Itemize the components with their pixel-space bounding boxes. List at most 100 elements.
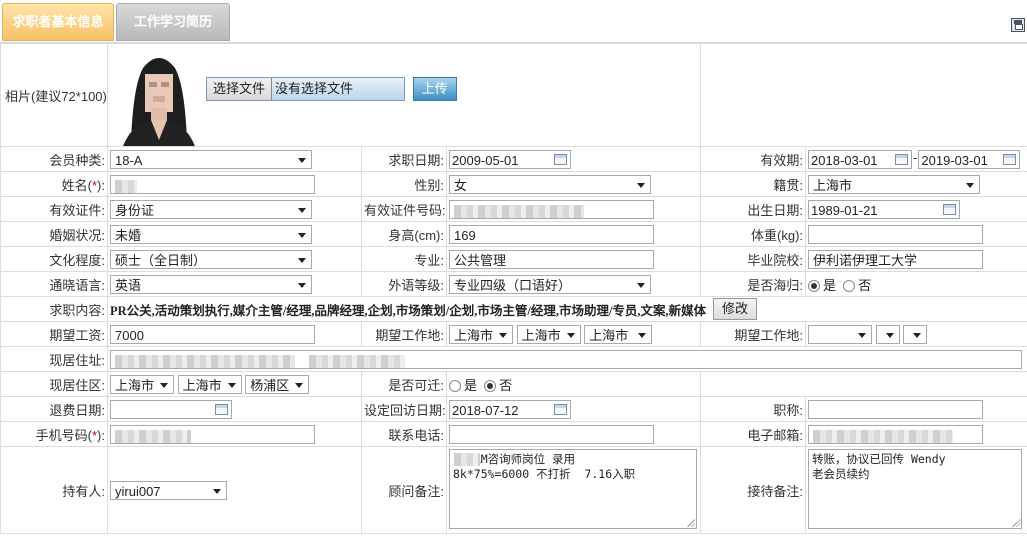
redacted-mobile <box>115 429 191 443</box>
redacted-id-number <box>454 204 584 218</box>
expected-location2-label: 期望工作地: <box>700 321 807 347</box>
reception-note-textarea[interactable]: 转账，协议已回传 Wendy 老会员续约 <box>808 449 1023 529</box>
holder-select[interactable]: yirui007 <box>110 480 227 500</box>
calendar-icon[interactable] <box>554 403 567 415</box>
mobile-input[interactable] <box>110 424 315 444</box>
name-input[interactable] <box>110 174 315 194</box>
id-type-label: 有效证件: <box>0 196 108 222</box>
name-cell <box>107 171 362 197</box>
expected-location-district-select[interactable]: 上海市 <box>584 324 653 344</box>
id-type-select[interactable]: 身份证 <box>110 199 312 219</box>
calendar-icon[interactable] <box>895 153 909 165</box>
education-select[interactable]: 硕士（全日制） <box>110 249 312 269</box>
choose-file-button[interactable]: 选择文件 <box>207 78 273 100</box>
expected-location2-province-select[interactable] <box>808 324 873 344</box>
refund-date-cell <box>107 396 362 422</box>
native-place-select[interactable]: 上海市 <box>808 174 981 194</box>
relocate-yes-label: 是 <box>464 377 478 393</box>
callback-date-input[interactable]: 2018-07-12 <box>449 399 571 419</box>
calendar-icon[interactable] <box>554 153 567 165</box>
job-content-label: 求职内容: <box>0 296 108 322</box>
expected-location2-cell <box>805 321 1027 347</box>
calendar-icon[interactable] <box>1003 153 1017 165</box>
advisor-note-label: 顾问备注: <box>361 446 447 534</box>
validity-from-input[interactable]: 2018-03-01 <box>808 149 913 169</box>
title-cell <box>805 396 1027 422</box>
advisor-note-textarea[interactable]: CRM咨询师岗位 录用 8k*75%=6000 不打折 7.16入职 <box>449 449 697 529</box>
school-input[interactable]: 伊利诺伊理工大学 <box>808 249 984 269</box>
title-input[interactable] <box>808 399 984 419</box>
applicant-form: 相片(建议72*100): 选择文件 没有选择文件 上传 会员种类: 18-A … <box>0 43 1027 534</box>
expected-salary-cell: 7000 <box>107 321 362 347</box>
mobile-label-text: 手机号码( <box>35 427 92 443</box>
apply-date-value: 2009-05-01 <box>452 152 519 168</box>
height-cell: 169 <box>445 221 702 247</box>
address-input[interactable] <box>110 349 1022 369</box>
callback-date-value: 2018-07-12 <box>452 402 519 418</box>
language-select[interactable]: 英语 <box>110 274 312 294</box>
apply-date-input[interactable]: 2009-05-01 <box>449 149 571 169</box>
id-number-input[interactable] <box>449 199 654 219</box>
name-label: 姓名(*): <box>0 171 108 197</box>
expected-location-province-select[interactable]: 上海市 <box>449 324 513 344</box>
apply-date-label: 求职日期: <box>361 146 447 172</box>
mobile-label-end: ): <box>97 427 105 443</box>
relocate-no-radio[interactable] <box>484 380 497 393</box>
upload-button[interactable]: 上传 <box>412 77 457 101</box>
birth-date-input[interactable]: 1989-01-21 <box>808 199 961 219</box>
weight-label: 体重(kg): <box>700 221 807 247</box>
district-side-blank <box>700 371 1027 397</box>
redacted-advisor-name <box>454 453 480 466</box>
expected-salary-input[interactable]: 7000 <box>110 324 315 344</box>
overseas-cell: 是 否 <box>805 271 1027 297</box>
marital-select[interactable]: 未婚 <box>110 224 312 244</box>
validity-label: 有效期: <box>700 146 807 172</box>
overseas-yes-radio[interactable] <box>808 280 821 293</box>
tab-basic-info[interactable]: 求职者基本信息 <box>2 3 114 41</box>
email-input[interactable] <box>808 424 984 444</box>
expected-location2-district-select[interactable] <box>903 324 928 344</box>
education-cell: 硕士（全日制） <box>107 246 362 272</box>
language-level-select[interactable]: 专业四级（口语好） <box>449 274 651 294</box>
edit-job-content-button[interactable]: 修改 <box>713 298 758 320</box>
save-icon[interactable] <box>1011 18 1025 32</box>
id-number-label: 有效证件号码: <box>361 196 447 222</box>
birth-date-cell: 1989-01-21 <box>805 196 1027 222</box>
weight-input[interactable] <box>808 224 984 244</box>
weight-cell <box>805 221 1027 247</box>
expected-location-city-select[interactable]: 上海市 <box>516 324 581 344</box>
title-label: 职称: <box>700 396 807 422</box>
refund-date-input[interactable] <box>110 399 232 419</box>
relocate-yes-radio[interactable] <box>449 380 461 393</box>
file-picker[interactable]: 选择文件 没有选择文件 <box>206 77 406 101</box>
language-level-label: 外语等级: <box>361 271 447 297</box>
validity-to-input[interactable]: 2019-03-01 <box>918 149 1021 169</box>
tab-experience[interactable]: 工作学习简历 <box>116 3 230 41</box>
district-province-select[interactable]: 上海市 <box>110 374 174 394</box>
education-label: 文化程度: <box>0 246 108 272</box>
expected-salary-label: 期望工资: <box>0 321 108 347</box>
redacted-name <box>115 179 137 193</box>
district-cell: 上海市 上海市 杨浦区 <box>107 371 362 397</box>
redacted-email <box>813 429 954 443</box>
photo-label: 相片(建议72*100): <box>0 43 108 147</box>
resize-grip-icon[interactable] <box>687 519 695 527</box>
member-type-select[interactable]: 18-A <box>110 149 312 169</box>
expected-location2-city-select[interactable] <box>875 324 900 344</box>
address-cell <box>106 346 1027 372</box>
gender-select[interactable]: 女 <box>449 174 651 194</box>
redacted-address-1 <box>115 354 295 368</box>
applicant-photo <box>113 46 205 146</box>
overseas-no-radio[interactable] <box>843 280 856 293</box>
resize-grip-icon[interactable] <box>1012 519 1021 527</box>
major-input[interactable]: 公共管理 <box>449 249 654 269</box>
height-label: 身高(cm): <box>361 221 447 247</box>
district-label: 现居住区: <box>0 371 108 397</box>
school-label: 毕业院校: <box>700 246 807 272</box>
district-area-select[interactable]: 杨浦区 <box>245 374 310 394</box>
calendar-icon[interactable] <box>943 203 957 215</box>
district-city-select[interactable]: 上海市 <box>177 374 242 394</box>
calendar-icon[interactable] <box>215 403 228 415</box>
height-input[interactable]: 169 <box>449 224 654 244</box>
phone-input[interactable] <box>449 424 654 444</box>
